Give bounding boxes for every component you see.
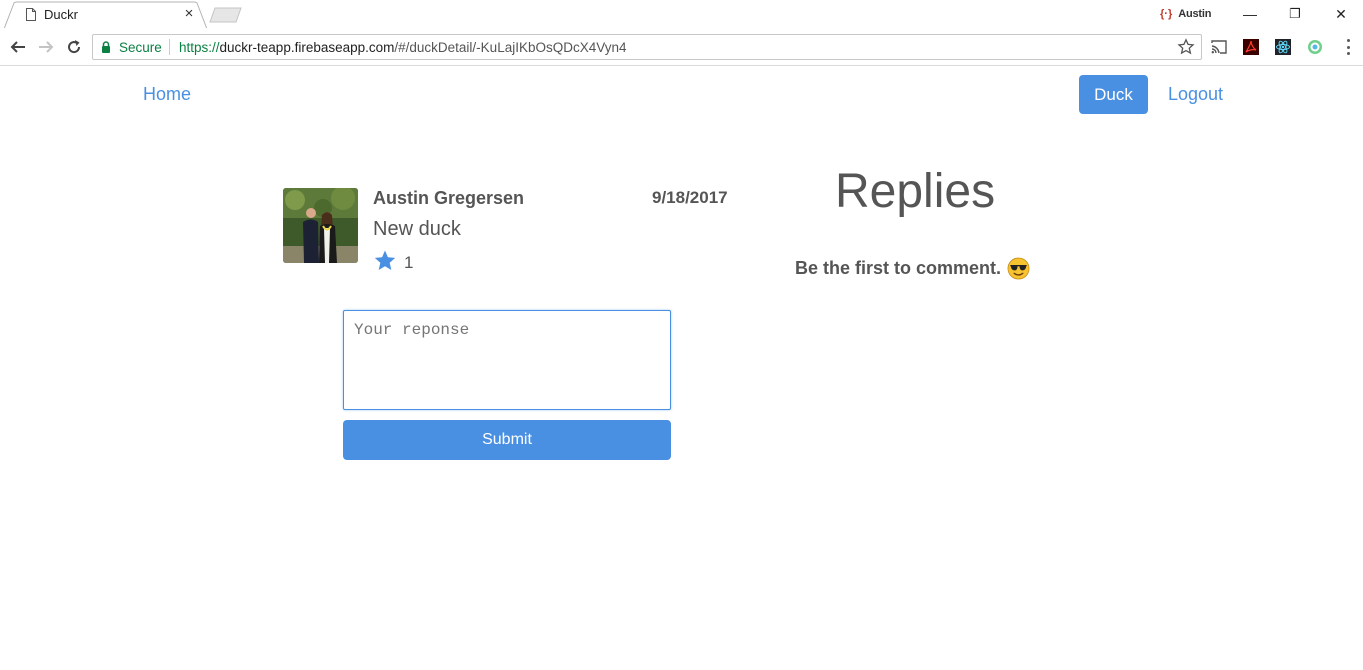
address-bar[interactable]: Secure https://duckr-teapp.firebaseapp.c… bbox=[92, 34, 1202, 60]
url-text: https://duckr-teapp.firebaseapp.com/#/du… bbox=[179, 40, 627, 55]
browser-titlebar: Duckr × {·} Austin — ❐ ✕ bbox=[0, 0, 1363, 29]
tab-title: Duckr bbox=[44, 7, 78, 22]
url-scheme: https:// bbox=[179, 40, 220, 55]
secure-label: Secure bbox=[119, 40, 162, 55]
avatar bbox=[283, 188, 358, 263]
star-icon[interactable] bbox=[373, 249, 397, 273]
url-path: /#/duckDetail/-KuLajIKbOsQDcX4Vyn4 bbox=[394, 40, 627, 55]
like-count: 1 bbox=[404, 253, 414, 272]
forward-icon[interactable] bbox=[34, 35, 58, 59]
replies-title: Replies bbox=[835, 165, 996, 218]
app-page: Home Duck Logout Austin Gregersen 9/18/2… bbox=[0, 66, 1363, 670]
profile-chip[interactable]: {·} Austin bbox=[1160, 6, 1211, 22]
react-devtools-icon[interactable] bbox=[1275, 39, 1291, 55]
reload-icon[interactable] bbox=[62, 35, 86, 59]
url-host: duckr-teapp.firebaseapp.com bbox=[219, 40, 395, 55]
browser-toolbar: Secure https://duckr-teapp.firebaseapp.c… bbox=[0, 28, 1363, 66]
submit-button[interactable]: Submit bbox=[343, 420, 671, 460]
new-tab-button[interactable] bbox=[209, 7, 243, 23]
back-icon[interactable] bbox=[6, 35, 30, 59]
acrobat-extension-icon[interactable] bbox=[1243, 39, 1259, 55]
empty-replies-text: Be the first to comment. bbox=[795, 258, 1002, 278]
home-link[interactable]: Home bbox=[143, 84, 191, 105]
page-favicon-icon bbox=[26, 8, 36, 21]
duck-author: Austin Gregersen bbox=[373, 188, 525, 208]
profile-name: Austin bbox=[1178, 8, 1212, 20]
cast-icon[interactable] bbox=[1211, 39, 1227, 55]
bookmark-star-icon[interactable] bbox=[1177, 38, 1195, 56]
response-input[interactable] bbox=[343, 310, 671, 410]
duck-text: New duck bbox=[373, 218, 461, 240]
logout-link[interactable]: Logout bbox=[1168, 84, 1223, 105]
restore-icon[interactable]: ❐ bbox=[1285, 4, 1305, 24]
tab-close-icon[interactable]: × bbox=[182, 5, 196, 22]
window-close-icon[interactable]: ✕ bbox=[1331, 4, 1351, 24]
lock-icon bbox=[102, 41, 110, 53]
browser-menu-icon[interactable] bbox=[1343, 37, 1353, 57]
empty-replies-message: Be the first to comment. bbox=[795, 257, 1030, 280]
duck-date: 9/18/2017 bbox=[652, 188, 728, 207]
address-separator bbox=[169, 39, 170, 55]
extension-icon[interactable] bbox=[1307, 39, 1323, 55]
minimize-icon[interactable]: — bbox=[1240, 4, 1260, 24]
profile-icon: {·} bbox=[1160, 8, 1173, 20]
sunglasses-emoji-icon bbox=[1007, 257, 1030, 280]
duck-button[interactable]: Duck bbox=[1079, 75, 1148, 114]
